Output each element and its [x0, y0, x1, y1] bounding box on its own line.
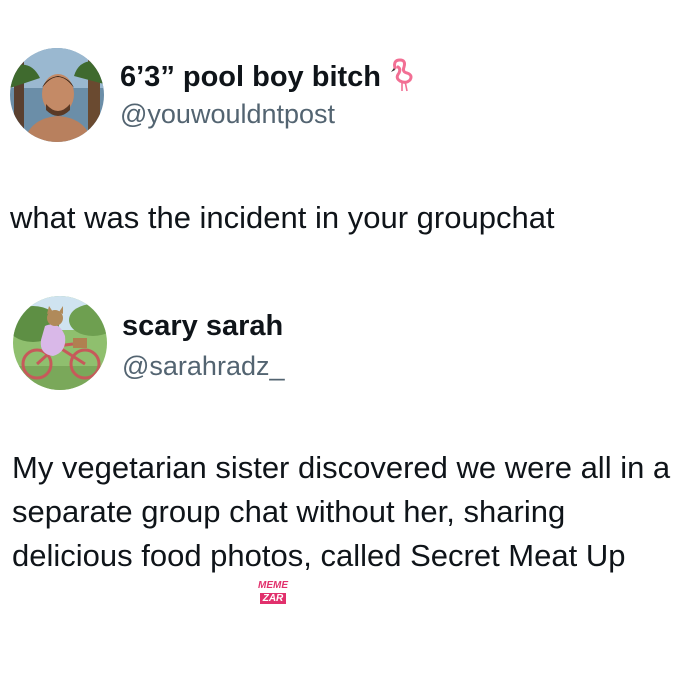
avatar-youwouldntpost[interactable]	[10, 48, 104, 142]
post-text: My vegetarian sister discovered we were …	[12, 446, 692, 578]
watermark-line2: ZAR	[259, 593, 287, 604]
handle[interactable]: @sarahradz_	[122, 350, 285, 382]
watermark-line1: MEME	[258, 580, 288, 591]
display-name[interactable]: scary sarah	[122, 309, 283, 343]
flamingo-icon	[389, 58, 415, 100]
avatar-image	[10, 48, 104, 142]
avatar-sarahradz[interactable]	[13, 296, 107, 390]
post-text: what was the incident in your groupchat	[10, 200, 555, 235]
post-1: 6’3” pool boy bitch @youwouldntpost what…	[0, 0, 700, 260]
avatar-image	[13, 296, 107, 390]
post-2: scary sarah @sarahradz_ My vegetarian si…	[0, 280, 700, 680]
display-name-text: 6’3” pool boy bitch	[120, 61, 382, 93]
post-text-content: My vegetarian sister discovered we were …	[12, 450, 671, 573]
handle[interactable]: @youwouldntpost	[120, 98, 335, 130]
display-name[interactable]: 6’3” pool boy bitch	[120, 58, 415, 100]
watermark-logo: MEME ZAR	[258, 580, 288, 604]
